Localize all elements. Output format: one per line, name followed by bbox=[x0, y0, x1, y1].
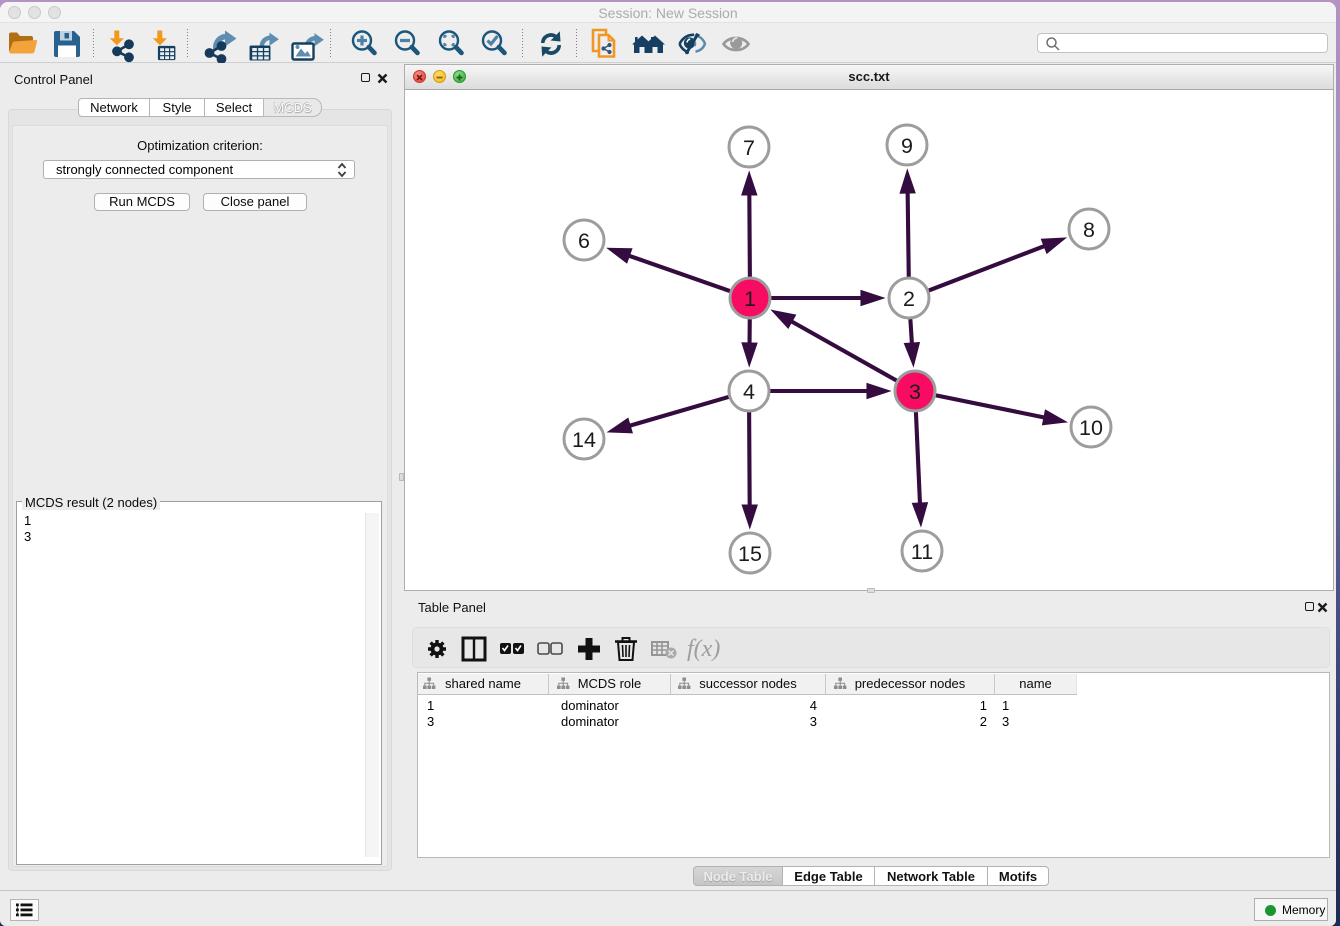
svg-text:1: 1 bbox=[744, 287, 756, 311]
svg-text:14: 14 bbox=[572, 428, 596, 452]
svg-text:f(x): f(x) bbox=[687, 636, 720, 662]
svg-text:3: 3 bbox=[909, 380, 921, 404]
svg-text:10: 10 bbox=[1079, 416, 1103, 440]
svg-text:4: 4 bbox=[743, 380, 755, 404]
svg-text:6: 6 bbox=[578, 229, 590, 253]
svg-text:15: 15 bbox=[738, 542, 762, 566]
svg-text:8: 8 bbox=[1083, 218, 1095, 242]
svg-text:7: 7 bbox=[743, 136, 755, 160]
svg-text:2: 2 bbox=[903, 287, 915, 311]
svg-text:9: 9 bbox=[901, 134, 913, 158]
svg-text:11: 11 bbox=[911, 540, 933, 564]
